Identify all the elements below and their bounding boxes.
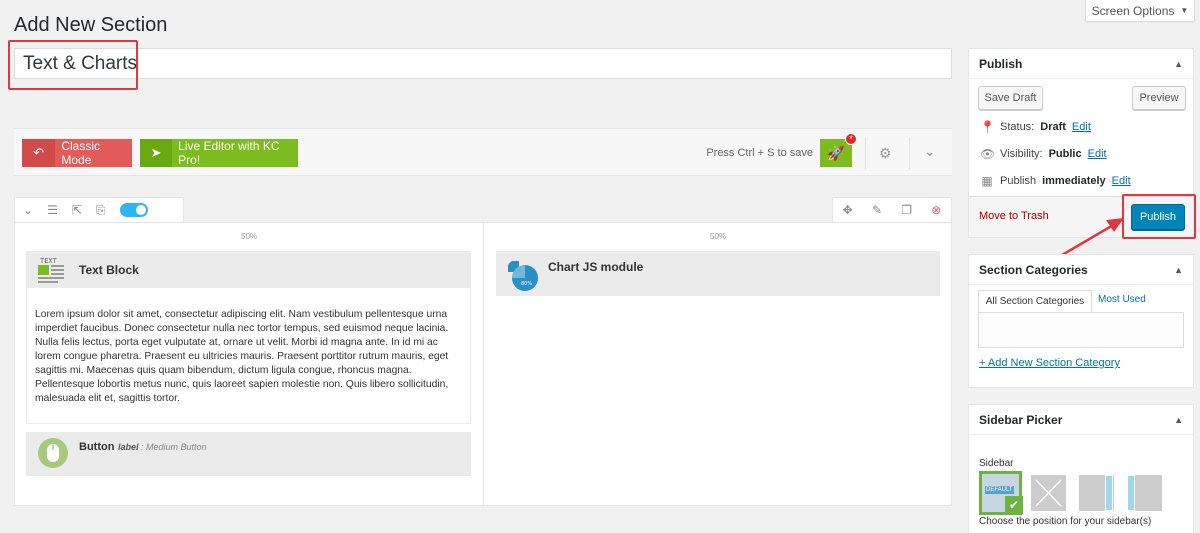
visibility-value: Public bbox=[1048, 148, 1082, 160]
text-block-content: Lorem ipsum dolor sit amet, consectetur … bbox=[26, 288, 471, 424]
export-icon[interactable]: ⇱ bbox=[72, 203, 82, 217]
status-value: Draft bbox=[1040, 121, 1066, 133]
button-element[interactable]: Button label : Medium Button bbox=[26, 432, 471, 476]
publish-date-label: Publish bbox=[1000, 175, 1037, 187]
live-editor-button[interactable]: ➤ Live Editor with KC Pro! bbox=[140, 139, 298, 167]
button-element-title: Button bbox=[79, 441, 115, 453]
publish-date-value: immediately bbox=[1042, 175, 1106, 187]
classic-mode-label: Classic Mode bbox=[61, 139, 101, 167]
status-row: 📍 Status: Draft Edit bbox=[980, 120, 1091, 134]
chevron-down-icon[interactable]: ⌄ bbox=[23, 203, 33, 217]
page-title: Add New Section bbox=[14, 14, 168, 36]
text-block-title: Text Block bbox=[79, 263, 139, 277]
categories-box-title: Section Categories bbox=[979, 262, 1088, 277]
text-block-element[interactable]: TEXT Text Block bbox=[26, 251, 471, 288]
back-arrow-icon: ↶ bbox=[22, 139, 56, 167]
sidebar-hint: Choose the position for your sidebar(s) bbox=[979, 516, 1152, 527]
check-icon: ✔ bbox=[1005, 496, 1023, 514]
collapse-arrow-icon[interactable]: ▲ bbox=[1174, 415, 1183, 425]
kc-toolbar: ↶ Classic Mode ➤ Live Editor with KC Pro… bbox=[14, 128, 952, 176]
add-column-icon[interactable]: ⎘ bbox=[96, 203, 106, 218]
collapse-arrow-icon[interactable]: ▲ bbox=[1174, 59, 1183, 69]
toolbar-divider bbox=[865, 137, 866, 169]
edit-icon[interactable]: ✎ bbox=[872, 203, 882, 217]
button-meta-key: label bbox=[118, 442, 139, 452]
toolbar-divider bbox=[909, 137, 910, 169]
copy-icon[interactable]: ❐ bbox=[901, 203, 912, 217]
screen-options-button[interactable]: Screen Options ▼ bbox=[1085, 0, 1195, 22]
sidebar-option-right[interactable] bbox=[1079, 475, 1114, 511]
row-tools: ⌄ ☰ ⇱ ⎘ bbox=[14, 197, 184, 222]
edit-publish-date-link[interactable]: Edit bbox=[1112, 175, 1131, 187]
calendar-icon: ▦ bbox=[981, 174, 993, 188]
sidebar-picker-header[interactable]: Sidebar Picker ▲ bbox=[969, 405, 1193, 435]
text-block-icon-text: TEXT bbox=[40, 257, 58, 265]
tab-most-used[interactable]: Most Used bbox=[1098, 294, 1146, 305]
sidebar-picker-title: Sidebar Picker bbox=[979, 412, 1063, 427]
paper-plane-icon: ➤ bbox=[140, 139, 173, 167]
sidebar-default-label: DEFAULT bbox=[985, 486, 1014, 494]
tab-all-categories[interactable]: All Section Categories bbox=[978, 290, 1092, 312]
chart-js-title: Chart JS module bbox=[548, 260, 644, 274]
status-label: Status: bbox=[1000, 121, 1035, 133]
screen-options-label: Screen Options bbox=[1091, 3, 1175, 18]
move-icon[interactable]: ✥ bbox=[843, 203, 853, 217]
sidebar-option-none[interactable] bbox=[1031, 475, 1066, 511]
collapse-arrow-icon[interactable]: ▲ bbox=[1174, 265, 1183, 275]
edit-status-link[interactable]: Edit bbox=[1072, 121, 1091, 133]
visibility-row: 👁 Visibility: Public Edit bbox=[980, 147, 1107, 161]
caret-down-icon: ▼ bbox=[1180, 6, 1189, 15]
button-meta-value: : Medium Button bbox=[138, 442, 207, 452]
categories-list[interactable] bbox=[978, 312, 1184, 348]
column-width-label: 50% bbox=[241, 232, 258, 241]
close-icon bbox=[1035, 479, 1062, 507]
move-to-trash-link[interactable]: Move to Trash bbox=[979, 210, 1049, 222]
live-editor-label: Live Editor with KC Pro! bbox=[178, 139, 280, 167]
sidebar-column-shape bbox=[1127, 475, 1135, 511]
chart-js-element[interactable]: 80% Chart JS module bbox=[496, 251, 940, 296]
categories-box-header[interactable]: Section Categories ▲ bbox=[969, 255, 1193, 285]
list-icon[interactable]: ☰ bbox=[47, 203, 58, 217]
unsaved-badge: * bbox=[845, 133, 857, 145]
title-highlight-box bbox=[8, 40, 138, 90]
column-width-label: 50% bbox=[710, 232, 727, 241]
pin-icon: 📍 bbox=[980, 120, 995, 134]
eye-icon: 👁 bbox=[980, 147, 996, 161]
gear-icon[interactable]: ⚙ bbox=[879, 145, 892, 162]
column-tools: ✥ ✎ ❐ ⊗ bbox=[832, 197, 952, 222]
add-new-category-link[interactable]: + Add New Section Category bbox=[979, 357, 1120, 369]
classic-mode-button[interactable]: ↶ Classic Mode bbox=[22, 139, 132, 167]
chart-icon-text: 80% bbox=[521, 281, 532, 287]
save-draft-button[interactable]: Save Draft bbox=[978, 86, 1043, 110]
sidebar-column-shape bbox=[1105, 475, 1113, 511]
row-toggle[interactable] bbox=[119, 203, 148, 217]
visibility-label: Visibility: bbox=[1000, 148, 1043, 160]
text-block-icon: TEXT bbox=[38, 257, 64, 283]
rocket-icon: 🚀 bbox=[827, 144, 845, 161]
chevron-down-icon[interactable]: ⌄ bbox=[924, 143, 936, 160]
edit-visibility-link[interactable]: Edit bbox=[1088, 148, 1107, 160]
delete-icon[interactable]: ⊗ bbox=[931, 203, 941, 217]
save-hint: Press Ctrl + S to save bbox=[706, 147, 813, 159]
sidebar-label: Sidebar bbox=[979, 458, 1014, 469]
pie-chart-icon: 80% bbox=[508, 261, 538, 291]
button-element-meta: label : Medium Button bbox=[118, 442, 207, 452]
column-divider bbox=[483, 222, 484, 506]
publish-box-title: Publish bbox=[979, 56, 1023, 71]
publish-highlight-box bbox=[1122, 194, 1196, 239]
mouse-icon bbox=[38, 438, 68, 468]
post-title-input[interactable]: Text & Charts bbox=[14, 48, 952, 79]
preview-button[interactable]: Preview bbox=[1132, 86, 1186, 110]
sidebar-option-left[interactable] bbox=[1127, 475, 1162, 511]
publish-box-header[interactable]: Publish ▲ bbox=[969, 49, 1193, 79]
publish-date-row: ▦ Publish immediately Edit bbox=[980, 174, 1131, 188]
